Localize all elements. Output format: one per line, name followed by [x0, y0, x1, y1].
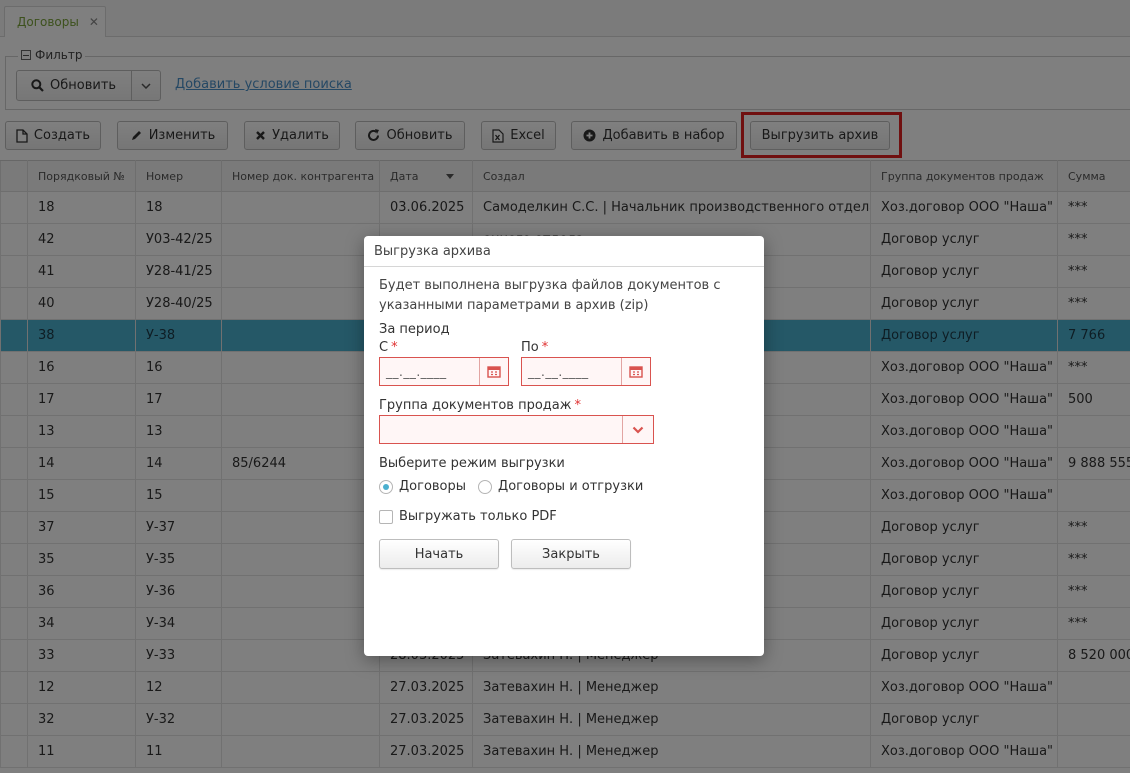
mode-contracts-shipments-label[interactable]: Договоры и отгрузки	[498, 479, 643, 494]
mode-contracts-shipments-radio[interactable]	[478, 479, 493, 494]
date-to-input[interactable]: __.__.____	[521, 357, 651, 386]
dialog-description: Будет выполнена выгрузка файлов документ…	[379, 278, 721, 313]
start-label: Начать	[414, 546, 464, 562]
mode-radio-group: Договоры Договоры и отгрузки	[379, 479, 643, 494]
date-to-value[interactable]: __.__.____	[522, 358, 621, 385]
pdf-only-row: Выгружать только PDF	[379, 509, 557, 524]
from-label: С *	[379, 340, 398, 355]
pdf-only-checkbox[interactable]	[379, 509, 393, 524]
start-button[interactable]: Начать	[379, 539, 499, 569]
chevron-down-icon[interactable]	[622, 416, 653, 443]
group-select[interactable]	[379, 415, 654, 444]
dialog-header: Выгрузка архива	[364, 236, 764, 267]
dialog-title: Выгрузка архива	[374, 243, 491, 259]
close-button[interactable]: Закрыть	[511, 539, 631, 569]
required-mark: *	[391, 340, 398, 355]
group-label-text: Группа документов продаж	[379, 398, 572, 413]
pdf-only-label[interactable]: Выгружать только PDF	[399, 509, 557, 524]
group-label: Группа документов продаж *	[379, 398, 581, 413]
required-mark: *	[574, 398, 581, 413]
to-label: По *	[521, 340, 548, 355]
calendar-icon[interactable]	[479, 358, 508, 385]
mode-contracts-radio[interactable]	[379, 479, 393, 494]
date-from-value[interactable]: __.__.____	[380, 358, 479, 385]
calendar-icon[interactable]	[621, 358, 650, 385]
date-from-input[interactable]: __.__.____	[379, 357, 509, 386]
mode-label: Выберите режим выгрузки	[379, 456, 565, 471]
period-label: За период	[379, 322, 450, 337]
export-archive-dialog: Выгрузка архива Будет выполнена выгрузка…	[364, 236, 764, 656]
required-mark: *	[541, 340, 549, 355]
close-label: Закрыть	[542, 546, 600, 562]
mode-contracts-label[interactable]: Договоры	[399, 479, 466, 494]
from-label-text: С	[379, 340, 389, 355]
to-label-text: По	[521, 340, 539, 355]
